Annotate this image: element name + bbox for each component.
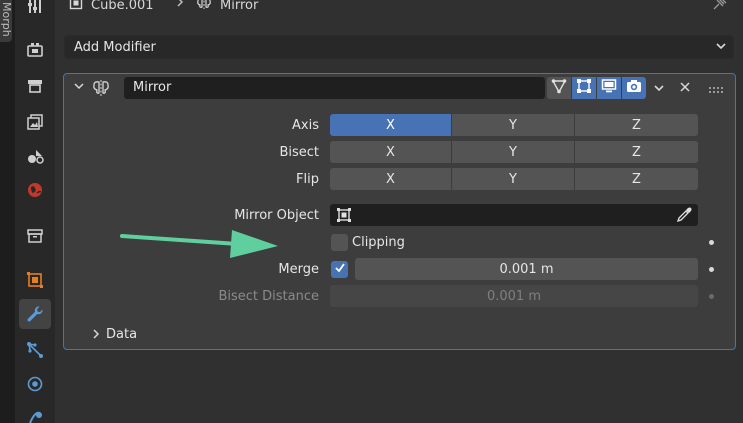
modifier-header: Mirror [64,74,735,102]
constraints-icon[interactable] [23,406,47,423]
edit-mode-cage-toggle[interactable] [547,77,571,99]
checkmark-icon [334,262,346,278]
particles-icon[interactable] [23,338,47,362]
monitor-icon [601,78,617,98]
collapse-chevron-icon[interactable] [73,81,85,96]
bisect-distance-label: Bisect Distance [218,289,319,304]
properties-editor: Cube.001 Mirror Add Modifier Mirror Axis… [55,0,743,423]
mirror-modifier-icon [92,79,110,101]
breadcrumb-modifier: Mirror [196,0,258,14]
flip-x-button[interactable]: X [330,168,451,190]
object-field-icon [336,207,352,227]
extra-options-chevron-icon[interactable] [653,83,665,98]
merge-checkbox[interactable] [331,261,348,278]
data-expand-chevron-icon[interactable] [91,328,101,344]
object-data-icon [69,0,83,14]
editor-edge-strip: Morph [0,0,15,423]
add-modifier-label: Add Modifier [74,39,156,55]
edit-cage-icon [551,78,567,98]
bisect-distance-field: 0.001 m [330,285,698,307]
flip-label: Flip [296,172,319,187]
clipping-label: Clipping [352,235,405,250]
clipping-checkbox[interactable] [331,234,348,251]
breadcrumb-object: Cube.001 [69,0,154,14]
render-toggle[interactable] [622,77,646,99]
properties-tab-bar [15,0,55,423]
morph-tab[interactable]: Morph [0,0,12,42]
annotation-arrow-icon [120,230,278,258]
modifier-icon[interactable] [19,299,51,329]
axis-y-button[interactable]: Y [452,114,574,136]
axis-x-button[interactable]: X [330,114,451,136]
world-icon[interactable] [23,178,47,202]
drag-handle-icon[interactable] [709,83,725,98]
axis-label: Axis [292,118,319,133]
object-icon[interactable] [23,268,47,292]
edit-mode-icon [576,78,592,98]
output-icon[interactable] [23,74,47,98]
data-subpanel-label[interactable]: Data [106,327,137,342]
render-icon[interactable] [23,38,47,62]
physics-icon[interactable] [23,372,47,396]
bisect-z-button[interactable]: Z [575,141,698,163]
edit-mode-toggle[interactable] [572,77,596,99]
breadcrumb-modifier-name: Mirror [220,0,259,13]
bisect-label: Bisect [279,145,319,160]
modifier-name-field[interactable]: Mirror [124,77,545,99]
breadcrumb-chevron-icon [175,0,185,13]
add-modifier-dropdown[interactable]: Add Modifier [64,35,734,59]
chevron-down-icon [715,40,727,55]
view-layer-icon[interactable] [23,110,47,134]
keyframe-dot[interactable] [709,240,714,245]
morph-tab-label: Morph [0,2,12,37]
eyedropper-icon[interactable] [676,207,692,227]
keyframe-dot[interactable] [709,267,714,272]
mirror-object-field[interactable] [330,204,698,226]
camera-icon [626,78,642,98]
breadcrumb: Cube.001 Mirror [55,0,743,20]
scene-icon[interactable] [23,144,47,168]
mirror-modifier-panel: Mirror Axis X Y Z Bisect X Y Z Flip X Y … [63,73,736,350]
bisect-x-button[interactable]: X [330,141,451,163]
collection-icon[interactable] [23,224,47,248]
merge-label: Merge [278,262,319,277]
axis-z-button[interactable]: Z [575,114,698,136]
flip-y-button[interactable]: Y [452,168,574,190]
tool-icon[interactable] [23,0,47,18]
realtime-viewport-toggle[interactable] [597,77,621,99]
close-icon[interactable] [679,81,691,97]
breadcrumb-object-name: Cube.001 [91,0,154,13]
bisect-y-button[interactable]: Y [452,141,574,163]
pin-icon[interactable] [711,0,727,14]
keyframe-dot [709,294,714,299]
mirror-object-label: Mirror Object [234,208,319,223]
merge-distance-field[interactable]: 0.001 m [355,258,698,280]
flip-z-button[interactable]: Z [575,168,698,190]
mirror-modifier-icon [196,0,212,14]
